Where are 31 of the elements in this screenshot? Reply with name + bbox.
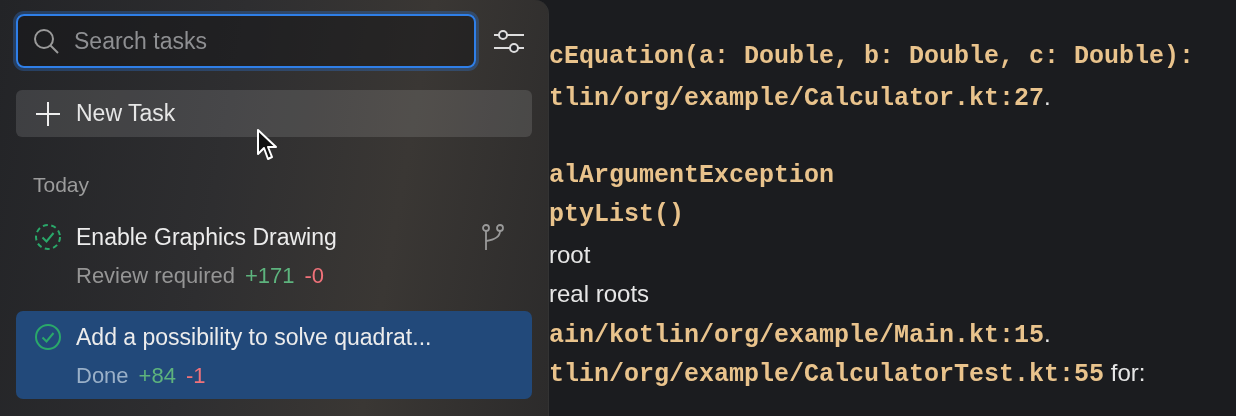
code-text: tlin/org/example/CalculatorTest.kt:55: [549, 360, 1105, 389]
editor-text: real roots: [549, 280, 650, 307]
editor-text: for:: [1109, 359, 1146, 386]
plus-icon: [36, 101, 60, 126]
added-count: +84: [138, 363, 176, 389]
editor-text: root: [549, 240, 591, 268]
task-status: Review required: [76, 263, 235, 289]
editor-text: .: [1044, 82, 1051, 110]
removed-count: -1: [185, 363, 206, 389]
editor-text: .: [1044, 319, 1051, 347]
search-field[interactable]: Search tasks: [16, 14, 476, 68]
task-item[interactable]: Enable Graphics Drawing Review required +171 -0: [16, 211, 532, 299]
search-icon: [32, 27, 60, 55]
task-item[interactable]: Add a possibility to solve quadrat... Done +84 -1: [16, 311, 532, 399]
task-title: Add a possibility to solve quadrat...: [76, 323, 433, 351]
task-status: Done: [76, 363, 129, 389]
branch-icon: [482, 224, 504, 250]
code-text: cEquation(a: Double, b: Double, c: Double):: [549, 42, 1195, 71]
dashed-check-circle-icon: [34, 223, 62, 251]
code-text: ain/kotlin/org/example/Main.kt:15: [549, 320, 1045, 350]
new-task-button[interactable]: New Task: [16, 90, 532, 137]
check-circle-icon: [34, 323, 62, 351]
filter-icon[interactable]: [494, 29, 524, 53]
added-count: +171: [244, 263, 295, 289]
cursor-icon: [256, 128, 278, 162]
section-heading: Today: [33, 173, 91, 197]
code-text: alArgumentException: [549, 160, 835, 190]
task-title: Enable Graphics Drawing: [76, 223, 338, 251]
code-text: ptyList(): [549, 200, 685, 229]
code-text: tlin/org/example/Calculator.kt:27: [549, 83, 1045, 113]
removed-count: -0: [304, 263, 325, 289]
